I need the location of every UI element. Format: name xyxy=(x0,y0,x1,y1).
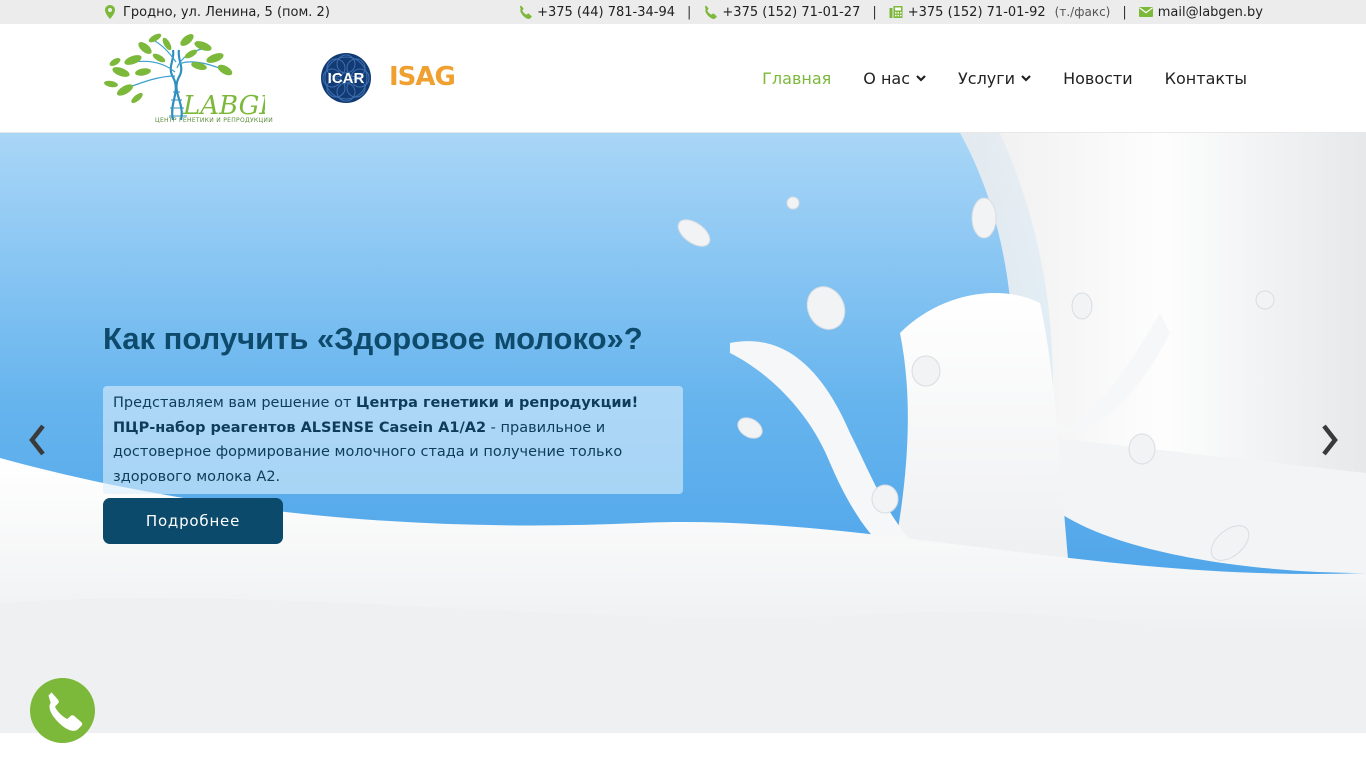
address-text: Гродно, ул. Ленина, 5 (пом. 2) xyxy=(123,4,330,20)
phone-2-text: +375 (152) 71-01-27 xyxy=(722,4,861,20)
separator: | xyxy=(1122,4,1127,20)
nav-services[interactable]: Услуги xyxy=(958,69,1031,88)
fax-note: (т./факс) xyxy=(1054,5,1111,19)
nav-contacts-label: Контакты xyxy=(1164,68,1247,88)
phone-1[interactable]: +375 (44) 781-34-94 xyxy=(518,5,675,20)
tree-logo-icon: LABGEN xyxy=(104,33,302,121)
header: LABGEN ЦЕНТР ГЕНЕТИКИ И РЕПРОДУКЦИИ ICAR… xyxy=(0,24,1366,133)
separator: | xyxy=(687,4,692,20)
hero-slider: Как получить «Здоровое молоко»? Представ… xyxy=(0,133,1366,733)
envelope-icon xyxy=(1138,7,1153,17)
phone-3[interactable]: +375 (152) 71-01-92 (т./факс) xyxy=(889,4,1111,20)
call-button[interactable] xyxy=(30,678,95,743)
hero-title: Как получить «Здоровое молоко»? xyxy=(103,321,643,356)
chevron-down-icon xyxy=(1021,75,1031,82)
email-text: mail@labgen.by xyxy=(1157,4,1263,20)
fax-icon xyxy=(889,6,903,18)
nav-about-label: О нас xyxy=(863,68,911,88)
phone-call-icon xyxy=(47,691,82,731)
hero-lead-part1: Представляем вам решение от xyxy=(113,395,357,411)
phone-icon xyxy=(705,5,718,19)
nav-news[interactable]: Новости xyxy=(1063,69,1133,88)
main-nav: Главная О нас Услуги Новости Контакты xyxy=(762,24,1247,132)
slider-next-arrow-icon[interactable] xyxy=(1317,423,1341,457)
labgen-logo[interactable]: LABGEN xyxy=(103,32,302,126)
chevron-down-icon xyxy=(916,75,926,82)
hero-lead: Представляем вам решение от Центра генет… xyxy=(103,386,683,494)
email[interactable]: mail@labgen.by xyxy=(1138,4,1263,20)
phone-3-text: +375 (152) 71-01-92 xyxy=(907,4,1046,20)
nav-about[interactable]: О нас xyxy=(863,69,926,88)
nav-contacts[interactable]: Контакты xyxy=(1165,69,1247,88)
address: Гродно, ул. Ленина, 5 (пом. 2) xyxy=(103,0,330,24)
separator: | xyxy=(872,4,877,20)
icar-logo[interactable]: ICAR xyxy=(320,52,372,104)
logo-caption: ЦЕНТР ГЕНЕТИКИ И РЕПРОДУКЦИИ xyxy=(155,117,274,124)
icar-text: ICAR xyxy=(328,70,365,87)
slider-prev-arrow-icon[interactable] xyxy=(26,423,50,457)
nav-services-label: Услуги xyxy=(958,68,1016,88)
nav-home[interactable]: Главная xyxy=(762,69,831,88)
isag-logo[interactable]: ISAG xyxy=(389,62,456,92)
more-button[interactable]: Подробнее xyxy=(103,498,283,544)
nav-home-label: Главная xyxy=(762,68,832,88)
contacts: +375 (44) 781-34-94 | +375 (152) 71-01-2… xyxy=(518,0,1263,24)
phone-icon xyxy=(519,5,532,19)
phone-2[interactable]: +375 (152) 71-01-27 xyxy=(703,5,860,20)
top-bar: Гродно, ул. Ленина, 5 (пом. 2) +375 (44)… xyxy=(0,0,1366,24)
phone-1-text: +375 (44) 781-34-94 xyxy=(537,4,676,20)
map-marker-icon xyxy=(105,5,115,19)
nav-news-label: Новости xyxy=(1063,68,1133,88)
icar-logo-icon: ICAR xyxy=(321,53,371,103)
